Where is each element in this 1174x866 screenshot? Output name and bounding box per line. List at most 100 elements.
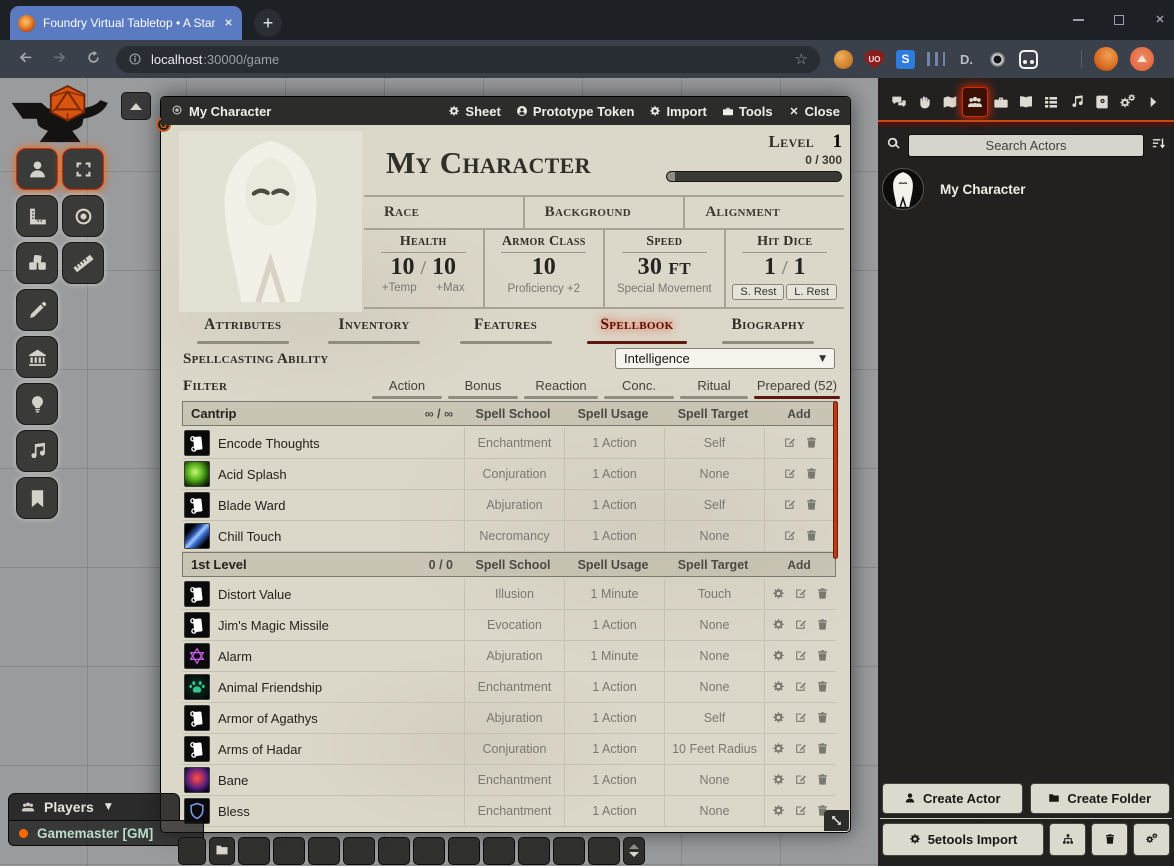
- tool-measure-templates[interactable]: [16, 195, 58, 237]
- filter-prepared[interactable]: Prepared (52): [752, 378, 842, 399]
- macro-slot[interactable]: [588, 837, 620, 865]
- spell-name[interactable]: Encode Thoughts: [218, 436, 320, 451]
- spell-image[interactable]: [184, 492, 210, 518]
- spell-image[interactable]: [184, 430, 210, 456]
- tab-biography[interactable]: Biography: [703, 316, 834, 346]
- extension-eye-icon[interactable]: [988, 50, 1007, 69]
- tool-ruler-tool[interactable]: [62, 242, 104, 284]
- tab-close-icon[interactable]: [223, 17, 234, 30]
- spell-name[interactable]: Armor of Agathys: [218, 711, 318, 726]
- prototype-token-button[interactable]: Prototype Token: [516, 104, 635, 119]
- settings-button[interactable]: [1133, 823, 1170, 856]
- gear-icon[interactable]: [772, 618, 785, 631]
- tool-dice-roller[interactable]: [16, 242, 58, 284]
- bookmark-star-icon[interactable]: ☆: [795, 50, 808, 68]
- gear-icon[interactable]: [772, 587, 785, 600]
- spell-row[interactable]: Alarm Abjuration 1 Minute None: [182, 641, 836, 672]
- trash-icon[interactable]: [816, 649, 829, 662]
- window-header[interactable]: My Character Sheet Prototype Token Impor…: [161, 97, 850, 125]
- import-button[interactable]: Import: [649, 104, 706, 119]
- macro-folder-button[interactable]: [209, 837, 235, 865]
- browser-profile-avatar[interactable]: [1094, 47, 1118, 71]
- macro-slot[interactable]: [273, 837, 305, 865]
- 5etools-import-button[interactable]: 5etools Import: [882, 823, 1044, 856]
- spell-image[interactable]: [184, 767, 210, 793]
- character-name[interactable]: My Character: [386, 147, 591, 178]
- extension-stylus-icon[interactable]: S: [896, 50, 915, 69]
- spell-name[interactable]: Arms of Hadar: [218, 742, 302, 757]
- edit-icon[interactable]: [783, 529, 796, 542]
- folder-tree-button[interactable]: [1049, 823, 1086, 856]
- tab-inventory[interactable]: Inventory: [308, 316, 439, 346]
- gear-icon[interactable]: [772, 680, 785, 693]
- speed-stat[interactable]: Speed 30 ft Special Movement: [603, 230, 724, 307]
- edit-icon[interactable]: [794, 587, 807, 600]
- sidebar-tab-playlists[interactable]: [1064, 87, 1089, 117]
- browser-tab[interactable]: Foundry Virtual Tabletop • A Stan: [10, 6, 242, 40]
- create-folder-button[interactable]: Create Folder: [1030, 783, 1171, 814]
- edit-icon[interactable]: [783, 467, 796, 480]
- extension-cookie-icon[interactable]: [834, 50, 853, 69]
- new-tab-button[interactable]: +: [254, 9, 282, 37]
- Gamemaster [GM][interactable]: Gamemaster [GM]: [19, 826, 153, 841]
- macro-slot[interactable]: [343, 837, 375, 865]
- tool-select-token[interactable]: [16, 148, 58, 190]
- spell-image[interactable]: [184, 705, 210, 731]
- spell-row[interactable]: Animal Friendship Enchantment 1 Action N…: [182, 672, 836, 703]
- special-movement-label[interactable]: Special Movement: [605, 283, 724, 295]
- edit-icon[interactable]: [794, 773, 807, 786]
- sidebar-tab-combat[interactable]: [911, 87, 936, 117]
- spell-image[interactable]: [184, 461, 210, 487]
- back-icon[interactable]: [17, 49, 34, 69]
- hit-dice-stat[interactable]: Hit Dice 1 / 1 S. Rest L. Rest: [724, 230, 845, 307]
- trash-icon[interactable]: [816, 742, 829, 755]
- close-window-icon[interactable]: [1154, 13, 1166, 27]
- spell-row[interactable]: Encode Thoughts Enchantment 1 Action Sel…: [182, 428, 836, 459]
- extension-ublock-icon[interactable]: UO: [865, 50, 884, 69]
- trash-icon[interactable]: [805, 467, 818, 480]
- tool-sound-tools[interactable]: [16, 430, 58, 472]
- armor-class-stat[interactable]: Armor Class 10 Proficiency +2: [483, 230, 604, 307]
- tool-lighting-tools[interactable]: [16, 383, 58, 425]
- spell-name[interactable]: Bane: [218, 773, 248, 788]
- tool-note-tools[interactable]: [16, 477, 58, 519]
- sidebar-tab-chat[interactable]: [886, 87, 911, 117]
- gear-icon[interactable]: [772, 804, 785, 817]
- filter-reaction[interactable]: Reaction: [522, 378, 600, 399]
- gear-icon[interactable]: [772, 742, 785, 755]
- players-header[interactable]: Players ▼: [8, 793, 180, 820]
- sheet-scrollbar[interactable]: [833, 401, 838, 559]
- sidebar-tab-journal[interactable]: [1013, 87, 1038, 117]
- edit-icon[interactable]: [783, 436, 796, 449]
- edit-icon[interactable]: [794, 680, 807, 693]
- spell-row[interactable]: Jim's Magic Missile Evocation 1 Action N…: [182, 610, 836, 641]
- trash-icon[interactable]: [816, 711, 829, 724]
- trash-icon[interactable]: [805, 498, 818, 511]
- trash-icon[interactable]: [805, 529, 818, 542]
- reload-icon[interactable]: [85, 49, 102, 69]
- tab-features[interactable]: Features: [440, 316, 571, 346]
- hotbar-menu-button[interactable]: [178, 837, 206, 865]
- create-actor-button[interactable]: Create Actor: [882, 783, 1023, 814]
- hd-current[interactable]: 1: [764, 254, 776, 280]
- macro-slot[interactable]: [553, 837, 585, 865]
- add-spell-button[interactable]: Add: [763, 558, 835, 572]
- window-resize-handle[interactable]: [824, 810, 849, 831]
- trash-icon[interactable]: [805, 436, 818, 449]
- hp-current[interactable]: 10: [390, 254, 414, 280]
- trash-icon[interactable]: [816, 618, 829, 631]
- xp-value[interactable]: 0 / 300: [805, 153, 842, 167]
- character-sheet-window[interactable]: G My Character Sheet Prototype Token Imp…: [160, 96, 851, 833]
- edit-icon[interactable]: [794, 649, 807, 662]
- hp-tempmax-label[interactable]: +Max: [436, 282, 464, 294]
- macro-slot[interactable]: [308, 837, 340, 865]
- tab-attributes[interactable]: Attributes: [177, 316, 308, 346]
- spell-name[interactable]: Bless: [218, 804, 250, 819]
- spell-row[interactable]: Chill Touch Necromancy 1 Action None: [182, 521, 836, 552]
- sidebar-tab-tables[interactable]: [1039, 87, 1064, 117]
- hotbar-page-button[interactable]: [623, 837, 645, 865]
- hp-temp-label[interactable]: +Temp: [382, 282, 417, 294]
- sidebar-tab-scenes[interactable]: [937, 87, 962, 117]
- hp-max[interactable]: 10: [432, 254, 456, 280]
- extension-fork-icon[interactable]: [1050, 50, 1069, 69]
